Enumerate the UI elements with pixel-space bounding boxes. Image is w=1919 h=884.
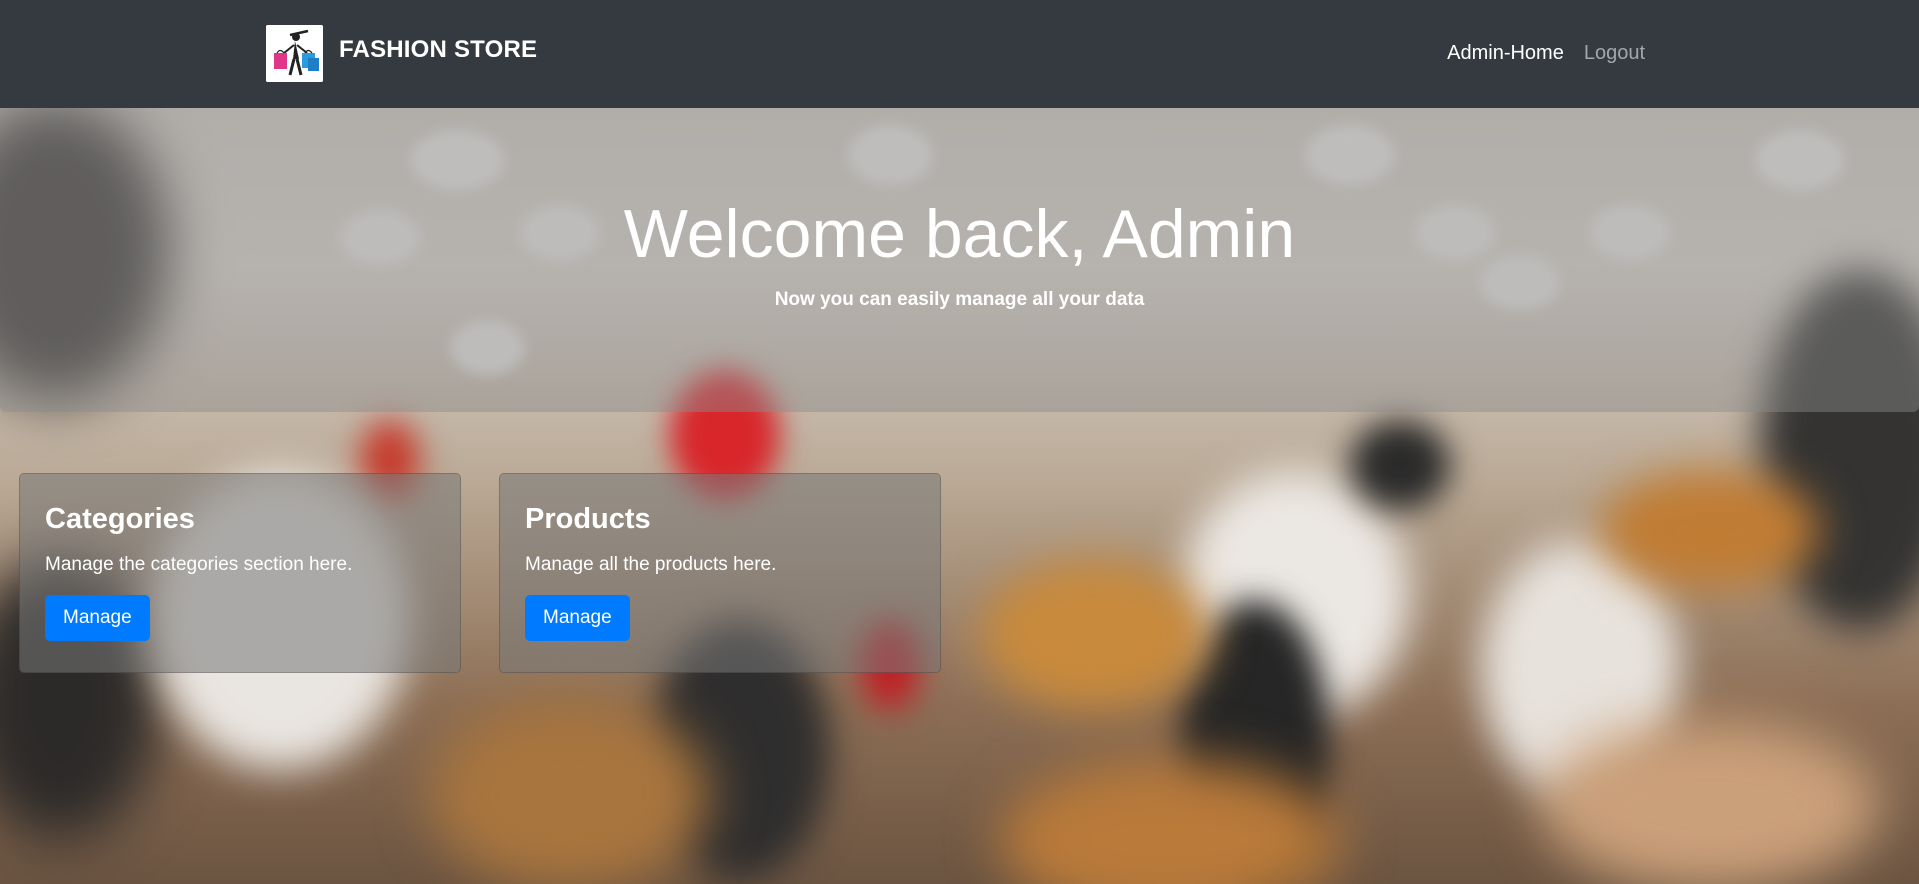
manage-products-button[interactable]: Manage [525, 595, 630, 641]
manage-categories-button[interactable]: Manage [45, 595, 150, 641]
card-title: Products [525, 503, 651, 535]
categories-card: Categories Manage the categories section… [19, 473, 461, 673]
products-card: Products Manage all the products here. M… [499, 473, 941, 673]
card-text: Manage all the products here. [525, 554, 777, 575]
welcome-subtitle: Now you can easily manage all your data [774, 289, 1145, 310]
nav-link-admin-home[interactable]: Admin-Home [1447, 42, 1564, 65]
nav-links: Admin-Home Logout [1447, 42, 1645, 65]
welcome-jumbotron: Welcome back, Admin Now you can easily m… [0, 108, 1919, 412]
top-navbar: FASHION STORE Admin-Home Logout [0, 0, 1919, 108]
welcome-heading: Welcome back, Admin [623, 196, 1296, 272]
shopper-with-bags-icon[interactable] [266, 25, 323, 82]
nav-link-logout[interactable]: Logout [1584, 42, 1645, 65]
card-title: Categories [45, 503, 195, 535]
brand-name[interactable]: FASHION STORE [339, 36, 537, 64]
card-text: Manage the categories section here. [45, 554, 353, 575]
